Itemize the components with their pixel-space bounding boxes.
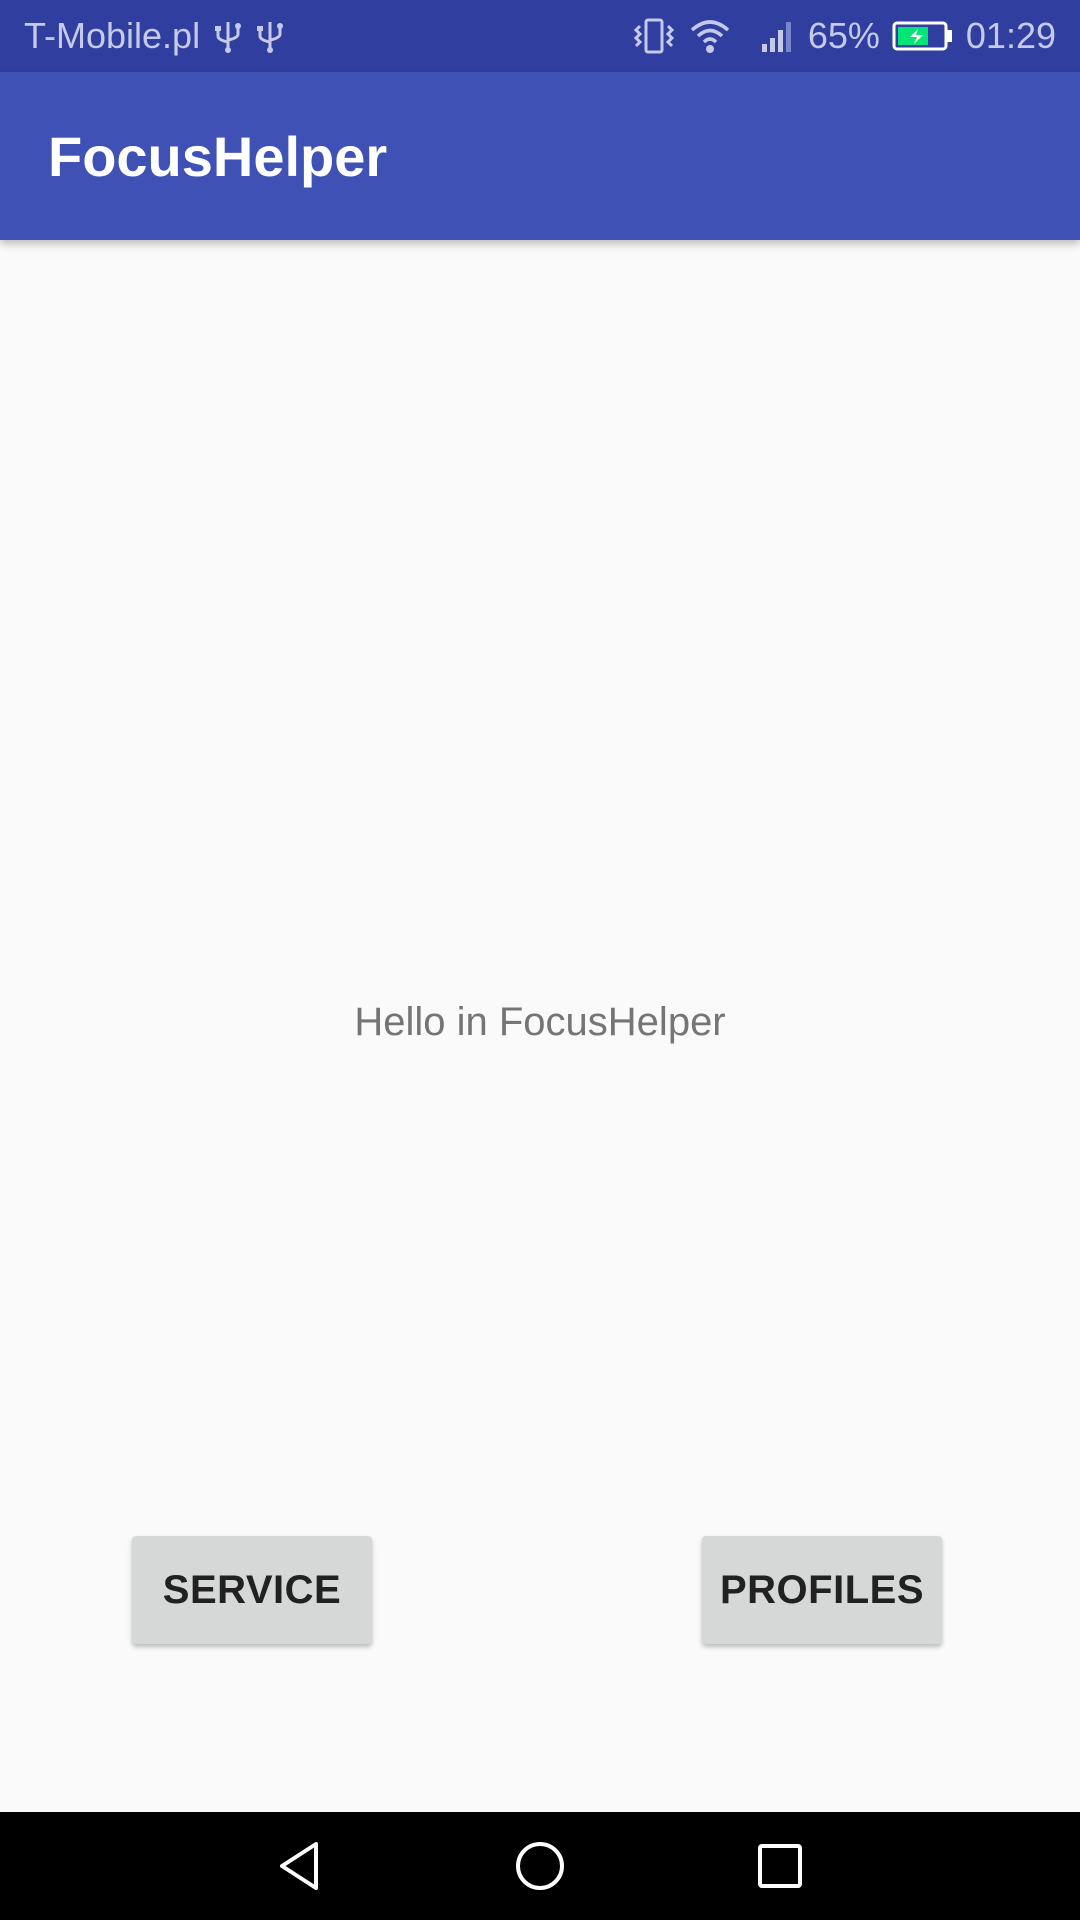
back-icon	[276, 1840, 324, 1892]
home-button[interactable]	[480, 1812, 600, 1920]
navigation-bar	[0, 1812, 1080, 1920]
app-bar: FocusHelper	[0, 72, 1080, 240]
status-bar: T-Mobile.pl 65% 01:29	[0, 0, 1080, 72]
carrier-name: T-Mobile.pl	[24, 15, 201, 56]
hello-message: Hello in FocusHelper	[354, 1000, 726, 1044]
app-title: FocusHelper	[48, 124, 388, 188]
back-button[interactable]	[240, 1812, 360, 1920]
clock: 01:29	[965, 15, 1056, 56]
status-left: T-Mobile.pl	[24, 0, 284, 72]
recents-icon	[756, 1842, 804, 1890]
screen: T-Mobile.pl 65% 01:29 FocusHelper Hello …	[0, 0, 1080, 1920]
battery-charging-icon	[892, 20, 954, 52]
status-right: 65% 01:29	[632, 0, 1056, 72]
main-content: Hello in FocusHelper SERVICE PROFILES	[0, 240, 1080, 1812]
profiles-button[interactable]: PROFILES	[702, 1536, 942, 1644]
wifi-icon	[688, 16, 732, 56]
vibrate-icon	[632, 16, 676, 56]
home-icon	[514, 1840, 566, 1892]
signal-icon	[760, 18, 796, 54]
service-button[interactable]: SERVICE	[132, 1536, 372, 1644]
usb-icon	[256, 18, 284, 54]
usb-icon	[214, 18, 242, 54]
battery-percent: 65%	[807, 15, 880, 56]
recents-button[interactable]	[720, 1812, 840, 1920]
